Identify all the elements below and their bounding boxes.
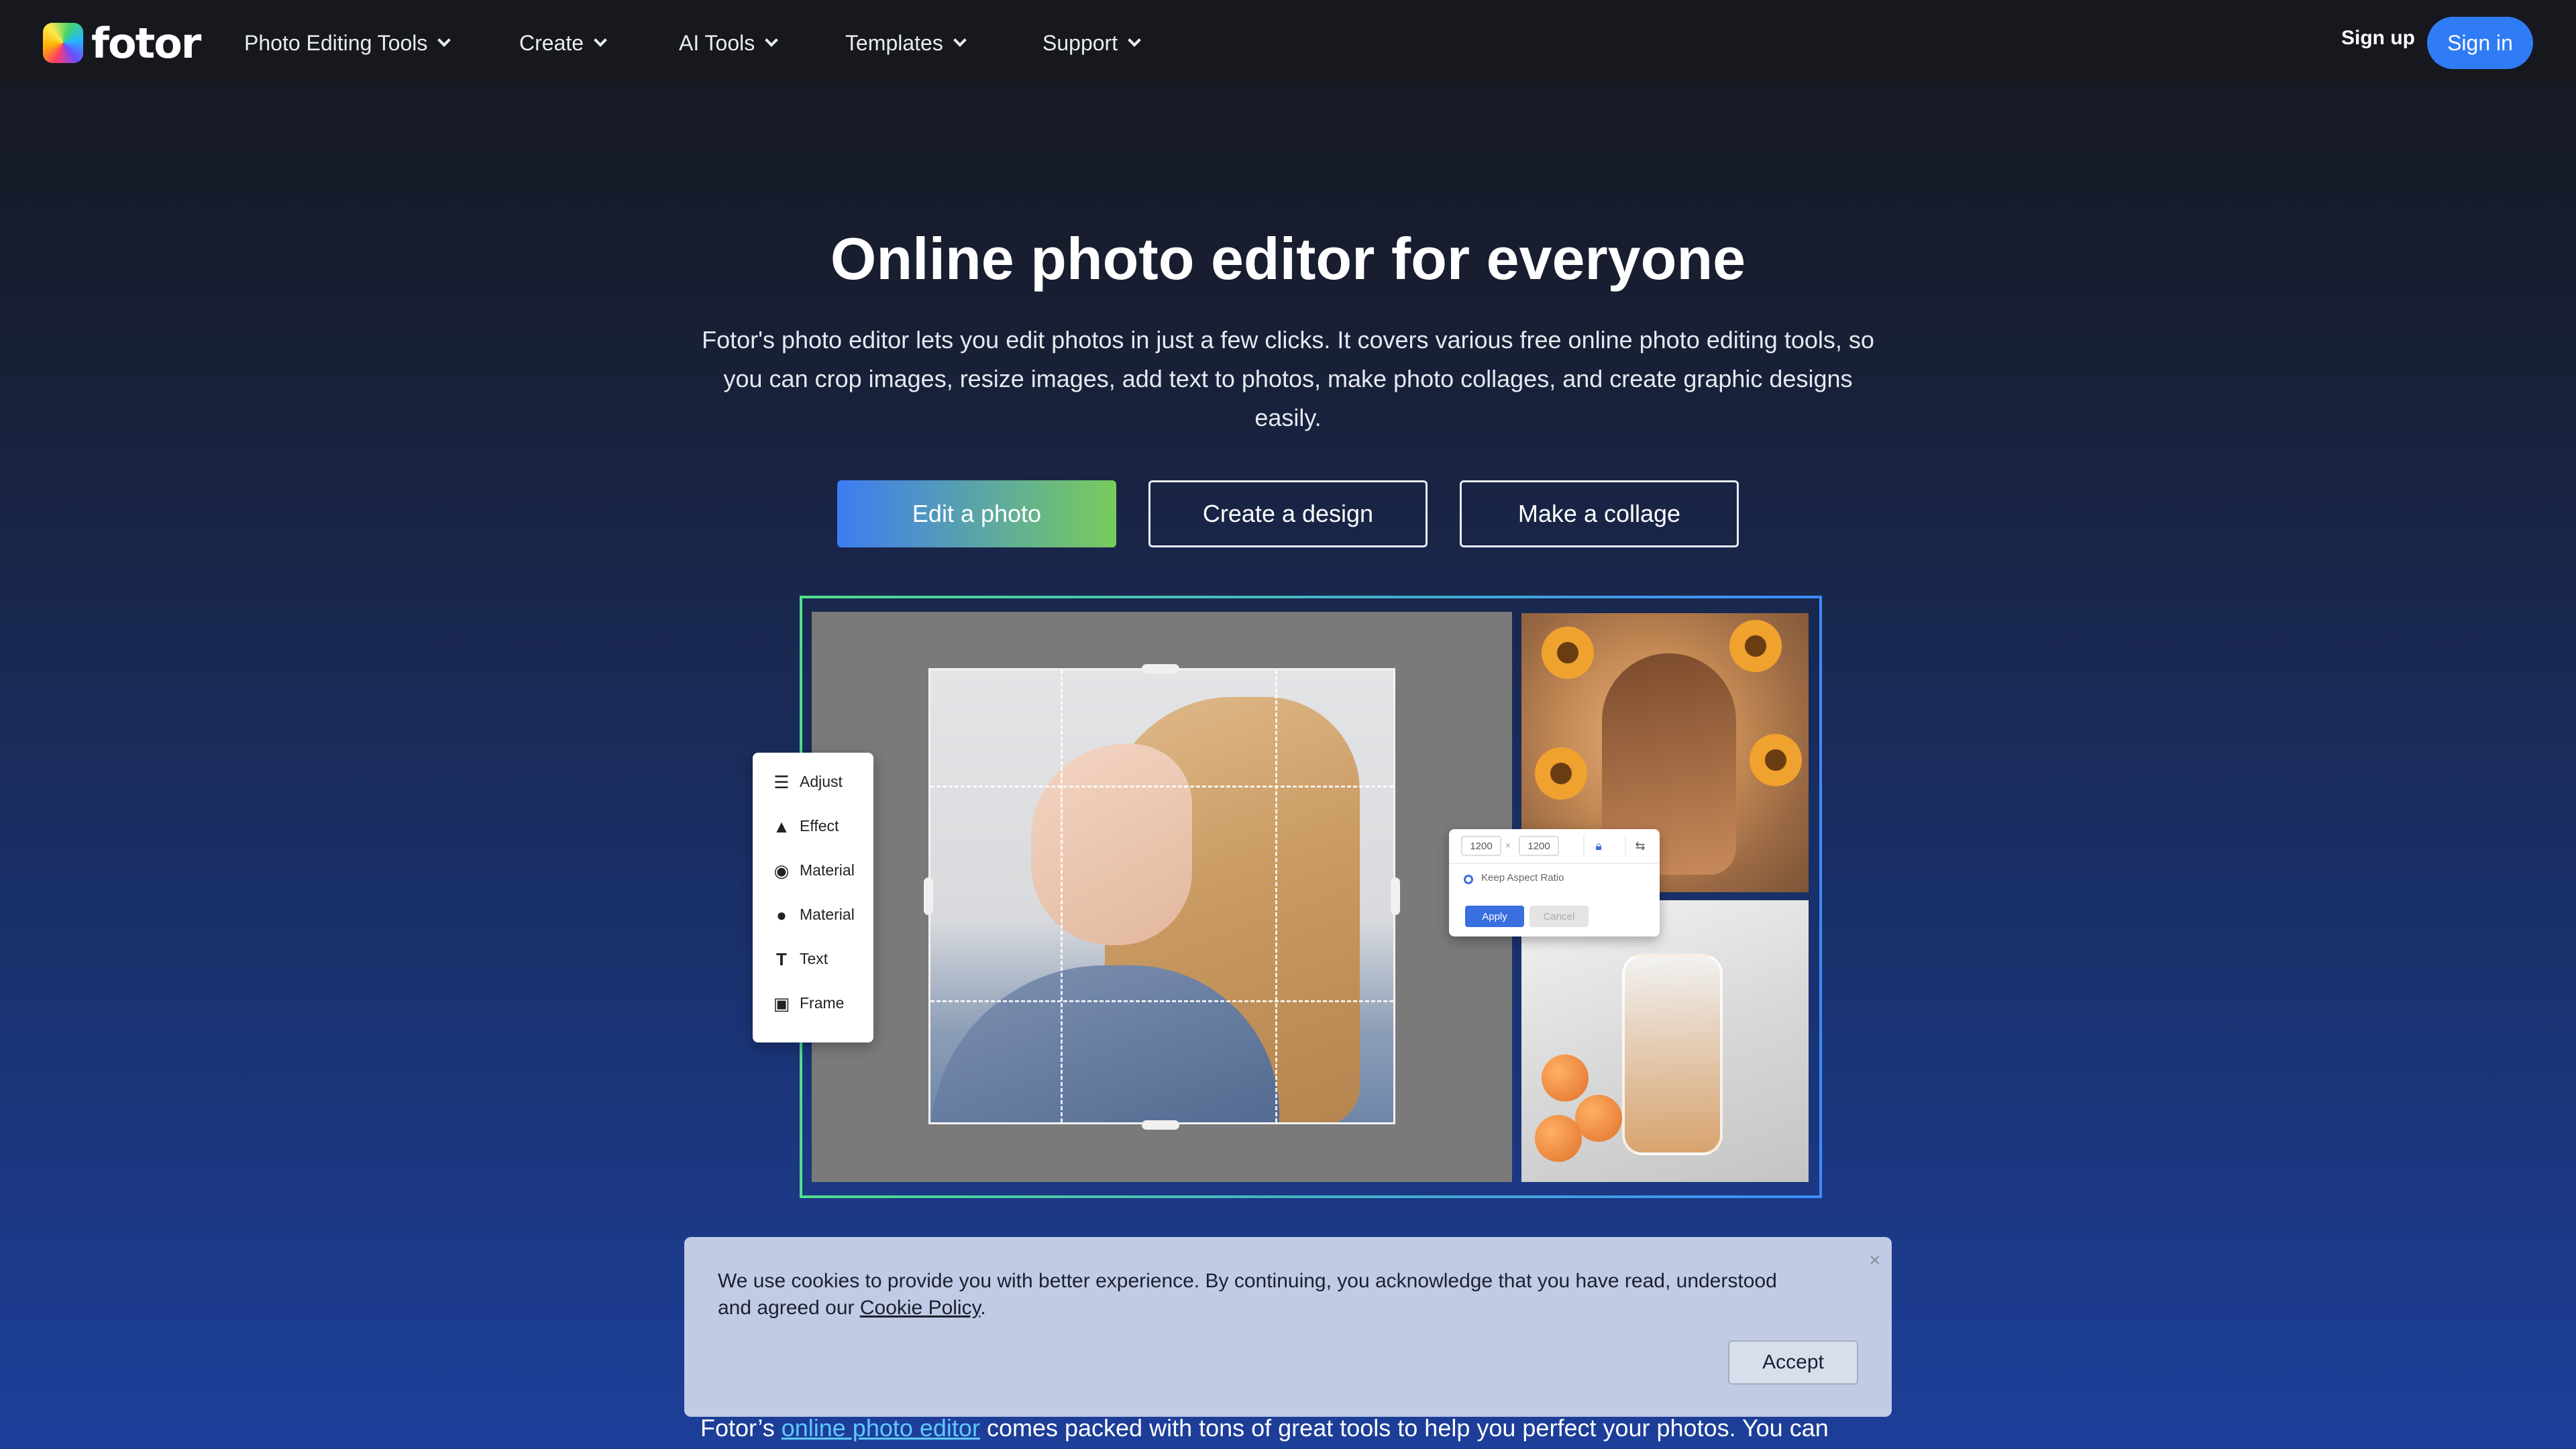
cookie-period: . (980, 1297, 986, 1319)
tool-label: Adjust (800, 773, 843, 790)
text-icon: T (776, 949, 787, 969)
tool-label: Material (800, 861, 855, 879)
tool-frame[interactable]: ▣ Frame (773, 993, 845, 1014)
height-input[interactable]: 1200 (1519, 836, 1559, 856)
cancel-button[interactable]: Cancel (1529, 906, 1589, 927)
divider (1449, 863, 1660, 864)
sunflower (1750, 734, 1802, 786)
hero-title: Online photo editor for everyone (830, 225, 1746, 292)
crop-grid-line (1061, 670, 1063, 1122)
fotor-logo[interactable]: fotor (43, 19, 201, 68)
nav-label: Support (1042, 30, 1118, 55)
tool-material[interactable]: ◉ Material (773, 861, 855, 879)
portrait-face (1031, 744, 1192, 945)
cookie-message: We use cookies to provide you with bette… (718, 1268, 1805, 1322)
nav-create[interactable]: Create (519, 27, 607, 59)
portrait-photo (928, 668, 1395, 1124)
nav-ai-tools[interactable]: AI Tools (679, 27, 779, 59)
nav-label: AI Tools (679, 30, 755, 55)
hero-description: Fotor's photo editor lets you edit photo… (702, 326, 1874, 431)
lock-icon[interactable]: 🔒︎ (1583, 836, 1613, 856)
apricot (1542, 1055, 1589, 1102)
keep-aspect-radio[interactable] (1464, 875, 1473, 884)
crop-grid-line (930, 1000, 1393, 1002)
flask-icon: ▲ (773, 816, 790, 837)
chevron-down-icon (437, 34, 451, 47)
sunflower (1542, 627, 1594, 679)
crop-handle-left[interactable] (924, 877, 933, 915)
sunflower (1535, 747, 1587, 800)
online-photo-editor-link[interactable]: online photo editor (782, 1414, 980, 1442)
eye-icon: ◉ (773, 860, 790, 881)
create-design-button[interactable]: Create a design (1148, 480, 1428, 547)
crop-handle-right[interactable] (1391, 877, 1400, 915)
tool-material-2[interactable]: ● Material (773, 906, 855, 924)
editor-tool-panel: ☰ Adjust ▲ Effect ◉ Material ● Material T Tex… (753, 753, 873, 1042)
logo-text: fotor (91, 18, 201, 68)
keep-aspect-label: Keep Aspect Ratio (1481, 872, 1564, 883)
apricot (1575, 1095, 1622, 1142)
resize-dialog: 1200 × 1200 🔒︎ ⇆ Keep Aspect Ratio Apply… (1449, 829, 1660, 936)
nav-support[interactable]: Support (1042, 27, 1141, 59)
section-body-text: Fotor’s online photo editor comes packed… (700, 1414, 1881, 1442)
circle-icon: ● (776, 904, 787, 925)
nav-label: Photo Editing Tools (244, 30, 428, 55)
crop-grid-line (930, 786, 1393, 788)
cookie-banner: × We use cookies to provide you with bet… (684, 1237, 1892, 1417)
cookie-policy-link[interactable]: Cookie Policy (860, 1297, 981, 1319)
crop-grid-line (1275, 670, 1277, 1122)
accept-cookies-button[interactable]: Accept (1728, 1340, 1858, 1385)
nav-label: Create (519, 30, 584, 55)
chevron-down-icon (765, 34, 779, 47)
sliders-icon: ☰ (773, 771, 790, 792)
edit-photo-button[interactable]: Edit a photo (837, 480, 1116, 547)
chevron-down-icon (953, 34, 967, 47)
tool-effect[interactable]: ▲ Effect (773, 817, 839, 835)
nav-templates[interactable]: Templates (845, 27, 967, 59)
nav-label: Templates (845, 30, 943, 55)
swap-icon[interactable]: ⇆ (1625, 836, 1654, 856)
glass (1622, 954, 1723, 1155)
dimension-separator: × (1505, 840, 1511, 851)
crop-handle-top[interactable] (1142, 664, 1179, 674)
body-text-end: comes packed with tons of great tools to… (979, 1414, 1829, 1442)
sunflower (1729, 620, 1782, 672)
sign-in-button[interactable]: Sign in (2427, 17, 2533, 69)
tool-label: Effect (800, 817, 839, 835)
crop-handle-bottom[interactable] (1142, 1120, 1179, 1130)
body-text-start: Fotor’s (700, 1414, 782, 1442)
apply-button[interactable]: Apply (1465, 906, 1524, 927)
logo-mark-icon (43, 23, 83, 63)
chevron-down-icon (1128, 34, 1141, 47)
close-icon[interactable]: × (1869, 1250, 1881, 1271)
tool-label: Text (800, 950, 828, 967)
drink-photo (1521, 900, 1809, 1182)
nav-photo-editing-tools[interactable]: Photo Editing Tools (244, 27, 451, 59)
sign-up-link[interactable]: Sign up (2341, 27, 2415, 50)
tool-label: Material (800, 906, 855, 923)
tool-text[interactable]: T Text (773, 950, 828, 968)
chevron-down-icon (594, 34, 607, 47)
make-collage-button[interactable]: Make a collage (1460, 480, 1739, 547)
apricot (1535, 1115, 1582, 1162)
frame-icon: ▣ (773, 993, 790, 1014)
tool-label: Frame (800, 994, 845, 1012)
tool-adjust[interactable]: ☰ Adjust (773, 773, 843, 791)
width-input[interactable]: 1200 (1461, 836, 1501, 856)
top-navbar: fotor Photo Editing Tools Create AI Tool… (0, 0, 2576, 86)
